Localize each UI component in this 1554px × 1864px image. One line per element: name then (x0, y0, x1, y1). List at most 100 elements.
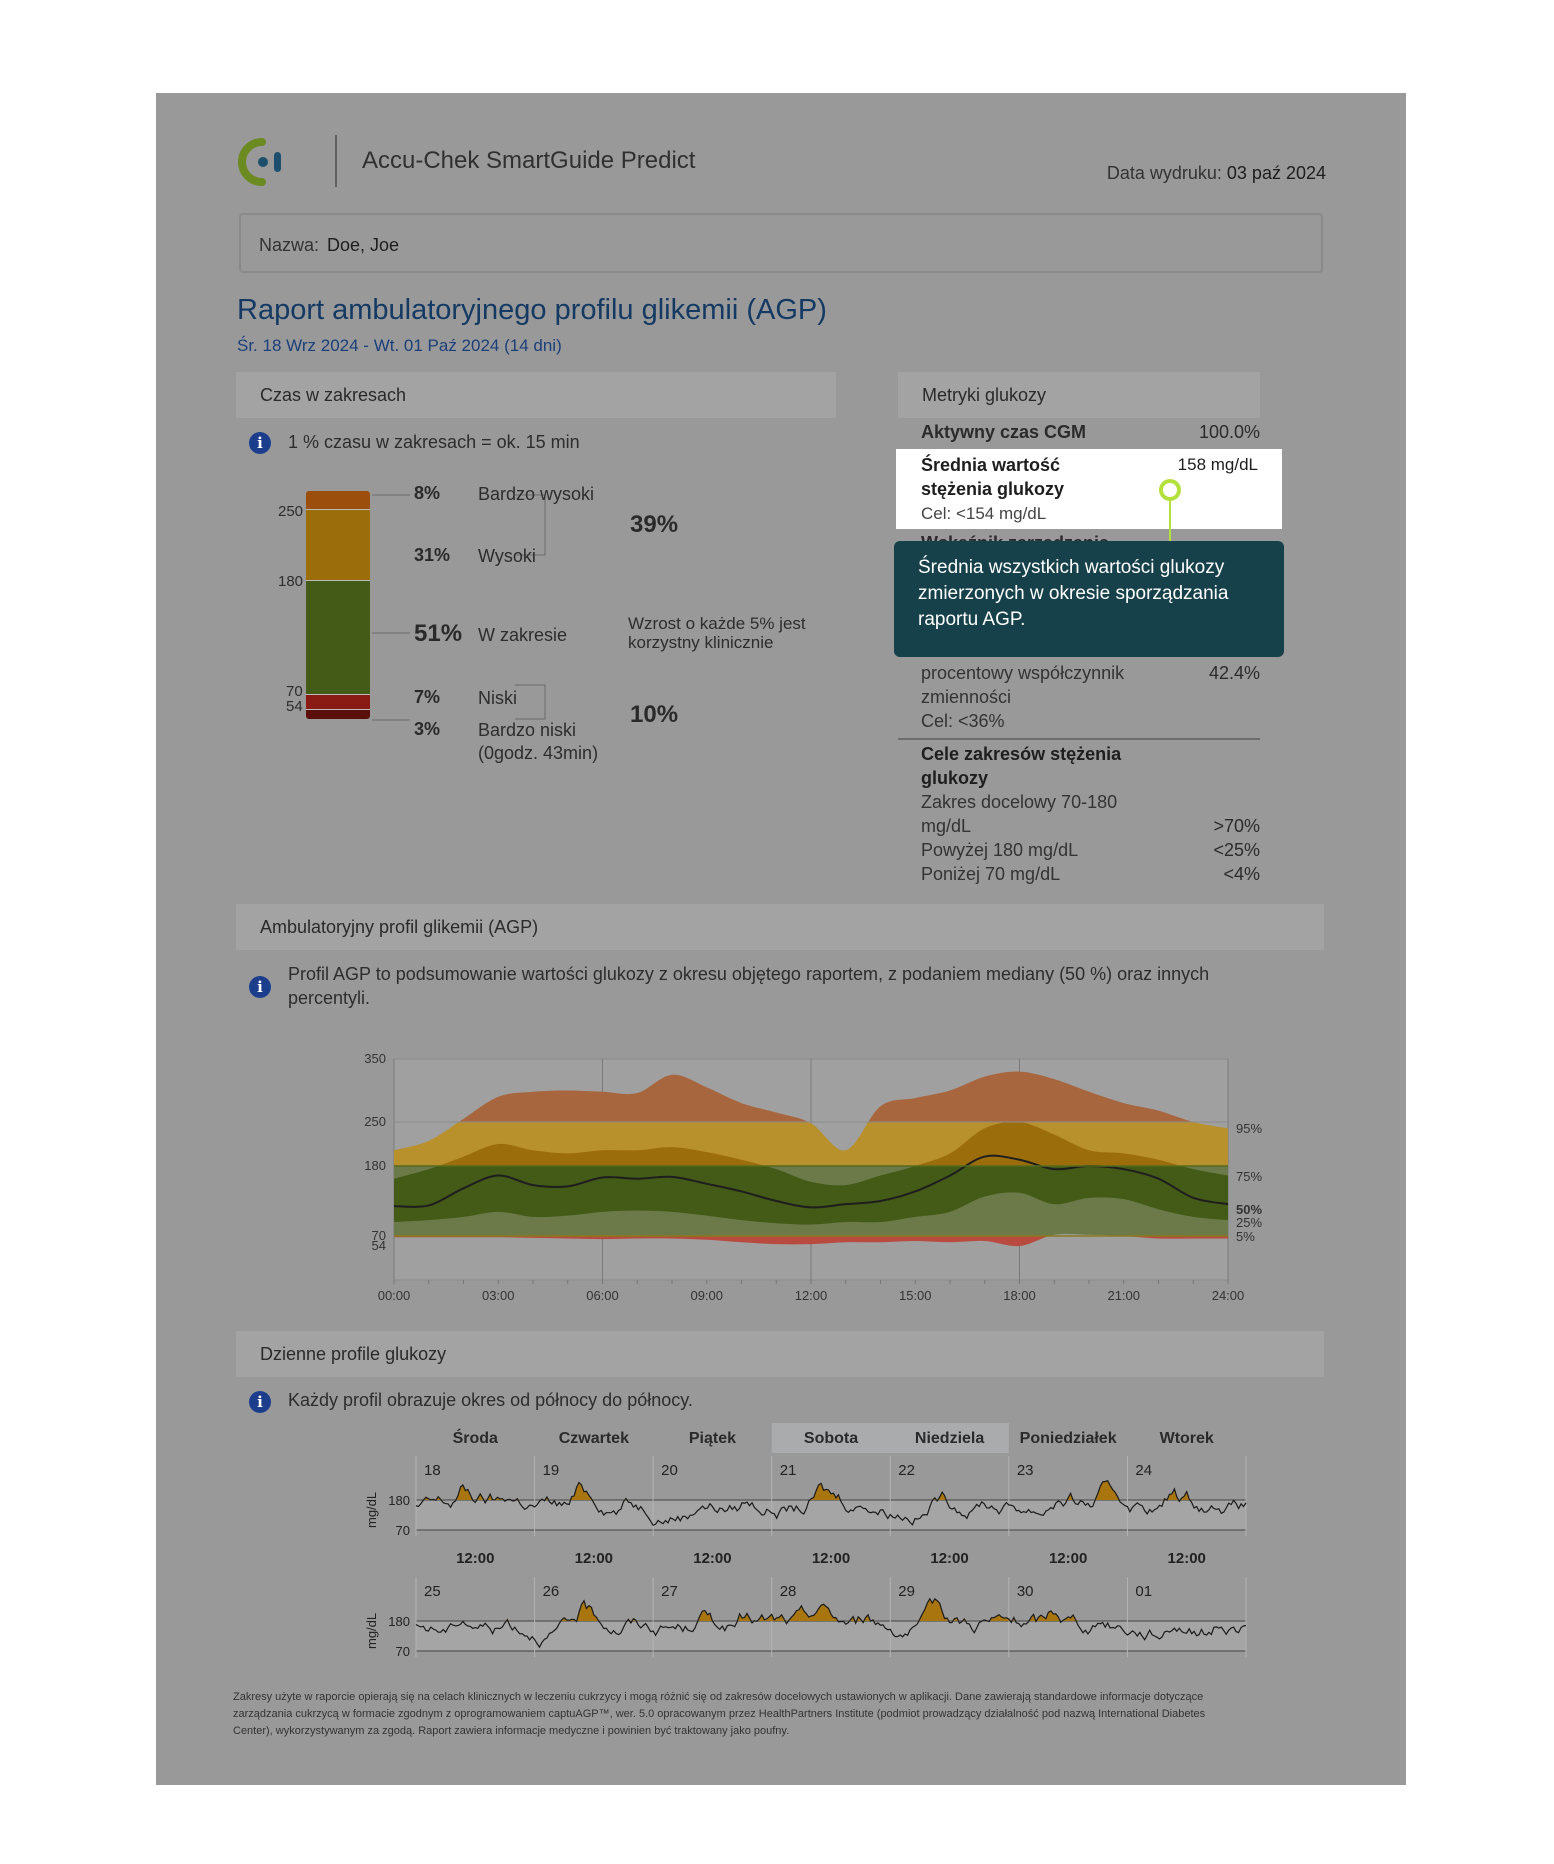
y-tick-label: 54 (372, 1238, 386, 1253)
mean-glucose-value: 158 mg/dL (1177, 455, 1258, 474)
info-icon: i (249, 976, 271, 998)
day-number: 23 (1017, 1462, 1034, 1479)
percentile-label: 25% (1236, 1215, 1262, 1230)
tir-axis-250: 250 (278, 503, 304, 520)
tir-very-low-duration: (0godz. 43min) (478, 743, 599, 763)
tir-axis-180: 180 (278, 573, 304, 590)
footer-line-1: Zakresy użyte w raporcie opierają się na… (233, 1691, 1204, 1703)
info-icon: i (249, 1391, 271, 1413)
trace-above-range (416, 1598, 1246, 1621)
active-cgm-value: 100.0% (1198, 422, 1260, 442)
footer-line-2: zarządzania cukrzycą w formacie zgodnym … (233, 1708, 1206, 1720)
percentile-label: 5% (1236, 1229, 1255, 1244)
y-tick-label: 180 (388, 1614, 410, 1629)
noon-label: 12:00 (1049, 1550, 1087, 1567)
y-tick-label: 180 (364, 1158, 386, 1173)
goal-below-70: Poniżej 70 mg/dL (921, 864, 1061, 884)
cv-label-2: zmienności (921, 687, 1012, 707)
tir-in-range-label: W zakresie (478, 625, 568, 645)
y-tick-label: 180 (388, 1493, 410, 1508)
noon-label: 12:00 (575, 1550, 613, 1567)
day-number: 26 (543, 1583, 560, 1600)
print-date-value: 03 paź 2024 (1226, 163, 1326, 183)
tooltip-line-1: Średnia wszystkich wartości glukozy (918, 557, 1225, 578)
daily-profiles-header: Dzienne profile glukozy (236, 1331, 1324, 1377)
time-in-ranges-header: Czas w zakresach (236, 372, 836, 418)
mean-glucose-label-2: stężenia glukozy (921, 479, 1065, 499)
weekday-label: Niedziela (915, 1430, 984, 1447)
tir-very-high-pct: 8% (414, 483, 441, 503)
active-cgm-label: Aktywny czas CGM (921, 422, 1087, 442)
day-number: 18 (424, 1462, 441, 1479)
tir-high-total: 39% (630, 511, 679, 538)
weekday-label: Środa (453, 1428, 498, 1447)
agp-header: Ambulatoryjny profil glikemii (AGP) (236, 904, 1324, 950)
tir-stacked-bar (306, 491, 370, 721)
noon-label: 12:00 (1168, 1550, 1206, 1567)
goal-above-180: Powyżej 180 mg/dL (921, 840, 1079, 860)
tir-very-low-label: Bardzo niski (478, 720, 577, 740)
percentile-label: 75% (1236, 1169, 1262, 1184)
tooltip-line-3: raportu AGP. (918, 609, 1026, 630)
day-number: 01 (1135, 1583, 1152, 1600)
footer-line-3: Center), wykorzystywanym za zgodą. Rapor… (233, 1725, 790, 1737)
x-tick-label: 12:00 (795, 1288, 828, 1303)
cv-value: 42.4% (1208, 663, 1260, 683)
info-icon: i (249, 432, 271, 454)
mean-glucose-highlight: Średnia wartość stężenia glukozy Cel: <1… (896, 449, 1282, 529)
tooltip-line-2: zmierzonych w okresie sporządzania (918, 583, 1229, 604)
percentile-label: 95% (1236, 1121, 1262, 1136)
glucose-metrics-header: Metryki glukozy (898, 372, 1260, 418)
goal-above-180-value: <25% (1213, 840, 1260, 860)
day-number: 27 (661, 1583, 678, 1600)
x-tick-label: 24:00 (1212, 1288, 1245, 1303)
mean-glucose-target: Cel: <154 mg/dL (921, 504, 1047, 523)
bar-very-high (306, 491, 370, 509)
tooltip-connector (1169, 501, 1171, 543)
y-unit-label: mg/dL (364, 1613, 379, 1649)
x-tick-label: 03:00 (482, 1288, 515, 1303)
tir-in-range-pct: 51% (414, 620, 463, 647)
cv-target: Cel: <36% (921, 711, 1005, 731)
tir-high-pct: 31% (414, 545, 451, 565)
tir-low-label: Niski (478, 688, 517, 708)
weekday-label: Poniedziałek (1020, 1430, 1117, 1447)
daily-profiles-chart: Środa Czwartek Piątek Sobota Niedziela Ponied… (364, 1423, 1247, 1659)
agp-title: Ambulatoryjny profil glikemii (AGP) (260, 917, 539, 937)
patient-name-label: Nazwa: (259, 235, 320, 255)
glucose-metrics-title: Metryki glukozy (922, 385, 1047, 405)
weekday-label: Piątek (689, 1430, 736, 1447)
patient-name-value: Doe, Joe (327, 235, 400, 255)
bar-in-range (306, 580, 370, 694)
goal-target-range-2: mg/dL (921, 816, 972, 836)
day-number: 25 (424, 1583, 441, 1600)
agp-info-line-1: Profil AGP to podsumowanie wartości gluk… (288, 964, 1210, 984)
time-in-ranges-title: Czas w zakresach (260, 385, 407, 405)
noon-label: 12:00 (812, 1550, 850, 1567)
day-number: 21 (780, 1462, 797, 1479)
agp-info-line-2: percentyli. (288, 988, 371, 1008)
tir-in-range-note-2: korzystny klinicznie (628, 633, 774, 652)
goal-target-range-1: Zakres docelowy 70-180 (921, 792, 1118, 812)
x-tick-label: 00:00 (378, 1288, 411, 1303)
goal-target-range-value: >70% (1213, 816, 1260, 836)
goals-title-2: glukozy (921, 768, 989, 788)
tir-axis-54: 54 (286, 698, 303, 715)
y-tick-label: 250 (364, 1114, 386, 1129)
report-title: Raport ambulatoryjnego profilu glikemii … (237, 294, 827, 326)
patient-name-box: Nazwa: Doe, Joe (239, 213, 1323, 273)
noon-label: 12:00 (930, 1550, 968, 1567)
x-tick-label: 21:00 (1107, 1288, 1140, 1303)
day-number: 28 (780, 1583, 797, 1600)
tooltip-hotspot-ring[interactable] (1159, 479, 1181, 501)
app-logo (236, 136, 292, 188)
week-target-band (416, 1500, 1246, 1530)
tir-high-label: Wysoki (478, 546, 536, 566)
tir-low-pct: 7% (414, 687, 441, 707)
tir-in-range-note-1: Wzrost o każde 5% jest (628, 614, 806, 633)
bar-very-low (306, 709, 370, 719)
report-page: Accu-Chek SmartGuide Predict Data wydruk… (156, 93, 1406, 1785)
bar-low (306, 694, 370, 709)
day-number: 30 (1017, 1583, 1034, 1600)
goal-below-70-value: <4% (1223, 864, 1260, 884)
